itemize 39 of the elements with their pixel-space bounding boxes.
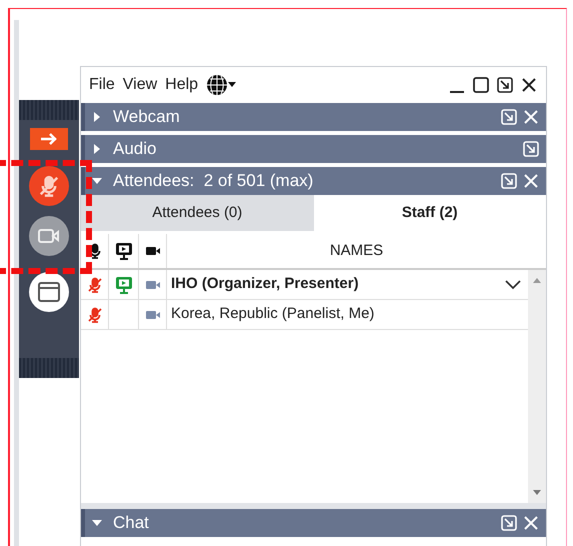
attendee-name: IHO (Organizer, Presenter) — [171, 274, 359, 294]
panel-header[interactable]: Audio — [81, 135, 546, 163]
video-button[interactable] — [29, 216, 69, 256]
popout-icon[interactable] — [496, 76, 514, 94]
panel-title: Audio — [113, 138, 156, 160]
mute-button[interactable] — [29, 166, 69, 206]
arrow-right-icon — [39, 132, 59, 146]
scrollbar[interactable] — [528, 270, 546, 503]
scroll-down-icon[interactable] — [533, 490, 541, 495]
attendee-row[interactable]: Korea, Republic (Panelist, Me) — [81, 300, 528, 330]
window-button[interactable] — [29, 272, 69, 312]
maximize-icon[interactable] — [472, 76, 490, 94]
attendee-name: Korea, Republic (Panelist, Me) — [171, 304, 374, 324]
menu-item[interactable]: Help — [165, 73, 198, 97]
presenter-screen-icon — [114, 276, 132, 294]
muted-microphone-icon — [38, 175, 60, 197]
grip-strip[interactable] — [19, 100, 79, 120]
scroll-up-icon[interactable] — [533, 278, 541, 283]
panel-header[interactable]: Attendees: 2 of 501 (max) — [81, 167, 546, 195]
column-header: NAMES — [330, 240, 384, 261]
menu-item[interactable]: File — [89, 73, 115, 97]
chevron-down-icon[interactable] — [504, 278, 522, 290]
panel-title: Webcam — [113, 106, 180, 128]
window-icon — [38, 282, 60, 302]
globe-menu[interactable] — [206, 74, 236, 96]
caret-icon — [228, 82, 236, 88]
attendee-row[interactable]: IHO (Organizer, Presenter) — [81, 270, 528, 300]
close-icon[interactable] — [520, 76, 538, 94]
menu-item[interactable]: View — [122, 73, 158, 97]
tab[interactable]: Attendees (0) — [81, 195, 314, 231]
grip-strip[interactable] — [19, 358, 79, 378]
panel-title: Chat — [113, 512, 149, 534]
panel-title: Attendees: 2 of 501 (max) — [113, 170, 314, 192]
expand-arrow-button[interactable] — [30, 128, 68, 150]
globe-icon — [206, 74, 228, 96]
video-camera-icon — [38, 228, 60, 244]
panel-header[interactable]: Chat — [81, 509, 546, 537]
presenter-screen-icon — [114, 242, 132, 260]
panel-header[interactable]: Webcam — [81, 103, 546, 131]
